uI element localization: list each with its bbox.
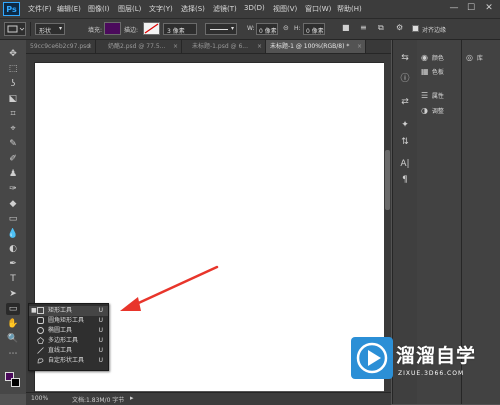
panel-label: 库 (476, 55, 483, 62)
panel-label: 属性 (431, 93, 444, 100)
brush-presets-icon[interactable]: ✦ (398, 119, 412, 131)
flyout-rounded-rectangle-tool[interactable]: 圆角矩形工具 U (29, 316, 108, 326)
polygon-icon (37, 337, 44, 344)
zoom-level[interactable]: 100% (31, 395, 48, 402)
info-icon[interactable]: ⓘ (398, 73, 412, 85)
flyout-custom-shape-tool[interactable]: 自定形状工具 U (29, 356, 108, 366)
panel-adjustments[interactable]: ◑ 调整 (421, 105, 444, 117)
panel-label: 颜色 (431, 55, 444, 62)
flyout-rectangle-tool[interactable]: ■ 矩形工具 U (29, 306, 108, 316)
flyout-label: 圆角矩形工具 (48, 317, 85, 324)
status-bar: 100% 文档:1.83M/0 字节 ▸ (26, 392, 391, 405)
shortcut-key: U (98, 337, 103, 344)
custom-shape-icon (37, 358, 44, 364)
flyout-label: 自定形状工具 (48, 357, 85, 364)
flyout-label: 椭圆工具 (48, 327, 73, 334)
document-info: 文档:1.83M/0 字节 (72, 397, 125, 404)
character-icon[interactable]: A| (398, 158, 412, 170)
flyout-line-tool[interactable]: 直线工具 U (29, 346, 108, 356)
navigator-icon[interactable]: ⇄ (398, 96, 412, 108)
libraries-icon: ◎ (466, 53, 473, 62)
shortcut-key: U (98, 347, 103, 354)
panel-properties[interactable]: ☰ 属性 (421, 90, 444, 102)
watermark-logo (351, 337, 393, 379)
adjustments-icon[interactable]: ⇅ (398, 136, 412, 148)
rectangle-icon (37, 307, 44, 314)
adjustments-icon: ◑ (421, 106, 428, 115)
watermark-url: ZIXUE.3D66.COM (398, 370, 465, 377)
selected-marker-icon: ■ (31, 307, 37, 314)
ellipse-icon (37, 327, 44, 334)
flyout-label: 直线工具 (48, 347, 73, 354)
history-icon[interactable]: ⇆ (398, 52, 412, 64)
status-menu-icon[interactable]: ▸ (130, 394, 134, 402)
properties-icon: ☰ (421, 91, 429, 100)
paragraph-icon[interactable]: ¶ (398, 174, 412, 186)
shortcut-key: U (98, 317, 103, 324)
shortcut-key: U (98, 327, 103, 334)
panel-label: 调整 (431, 108, 444, 115)
flyout-label: 矩形工具 (48, 307, 73, 314)
shape-tools-flyout: ■ 矩形工具 U 圆角矩形工具 U 椭圆工具 U 多边形工具 U 直线工具 U … (28, 303, 109, 371)
flyout-label: 多边形工具 (48, 337, 79, 344)
panel-libraries[interactable]: ◎ 库 (466, 52, 483, 64)
shortcut-key: U (98, 307, 103, 314)
shortcut-key: U (98, 357, 103, 364)
panel-label: 色板 (431, 69, 444, 76)
panel-swatches[interactable]: ▦ 色板 (421, 66, 444, 78)
panel-color[interactable]: ◉ 颜色 (421, 52, 444, 64)
rounded-rectangle-icon (37, 317, 44, 324)
flyout-ellipse-tool[interactable]: 椭圆工具 U (29, 326, 108, 336)
flyout-polygon-tool[interactable]: 多边形工具 U (29, 336, 108, 346)
swatches-icon: ▦ (421, 67, 429, 76)
play-icon (356, 342, 388, 374)
watermark-title: 溜溜自学 (396, 345, 477, 367)
line-icon (37, 347, 44, 354)
color-icon: ◉ (421, 53, 428, 62)
